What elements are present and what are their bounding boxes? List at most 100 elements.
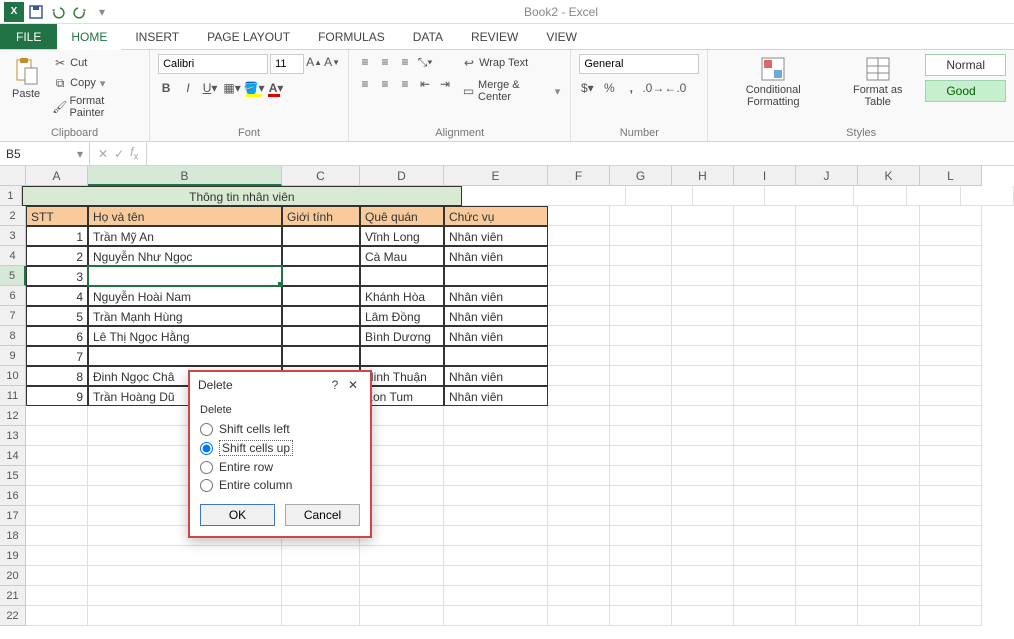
cell[interactable] xyxy=(693,186,765,206)
save-icon[interactable] xyxy=(26,2,46,22)
cell[interactable] xyxy=(920,586,982,606)
cell[interactable]: Bình Dương xyxy=(360,326,444,346)
align-left-icon[interactable]: ≡ xyxy=(357,76,373,92)
indent-increase-icon[interactable]: ⇥ xyxy=(437,76,453,92)
cell[interactable] xyxy=(734,246,796,266)
cell[interactable] xyxy=(26,526,88,546)
currency-icon[interactable]: $▾ xyxy=(579,80,595,96)
cell[interactable] xyxy=(548,426,610,446)
col-header[interactable]: E xyxy=(444,166,548,186)
cell[interactable] xyxy=(920,606,982,626)
cell[interactable] xyxy=(920,426,982,446)
cell[interactable] xyxy=(796,346,858,366)
cell[interactable]: 2 xyxy=(26,246,88,266)
cell[interactable] xyxy=(796,266,858,286)
fill-color-icon[interactable]: 🪣▾ xyxy=(246,80,262,96)
cell[interactable] xyxy=(444,566,548,586)
col-header[interactable]: L xyxy=(920,166,982,186)
cell[interactable] xyxy=(548,586,610,606)
row-header[interactable]: 11 xyxy=(0,386,26,406)
font-size-select[interactable] xyxy=(270,54,304,74)
cell[interactable] xyxy=(796,526,858,546)
cell[interactable] xyxy=(548,466,610,486)
cell[interactable] xyxy=(796,506,858,526)
cancel-formula-icon[interactable]: ✕ xyxy=(98,147,108,161)
cell[interactable] xyxy=(88,606,282,626)
cell[interactable] xyxy=(548,546,610,566)
cell[interactable] xyxy=(734,606,796,626)
cell[interactable] xyxy=(672,286,734,306)
col-header[interactable]: C xyxy=(282,166,360,186)
cell[interactable] xyxy=(672,506,734,526)
cell[interactable] xyxy=(672,586,734,606)
cell[interactable] xyxy=(610,226,672,246)
cell[interactable] xyxy=(672,446,734,466)
cell[interactable] xyxy=(610,406,672,426)
cell[interactable] xyxy=(282,566,360,586)
tab-formulas[interactable]: FORMULAS xyxy=(304,24,399,49)
cell[interactable] xyxy=(796,566,858,586)
cell[interactable] xyxy=(920,406,982,426)
cell[interactable] xyxy=(672,466,734,486)
cell[interactable] xyxy=(858,586,920,606)
cell[interactable] xyxy=(282,326,360,346)
help-icon[interactable]: ? xyxy=(326,378,344,392)
cell[interactable] xyxy=(907,186,960,206)
increase-decimal-icon[interactable]: .0→ xyxy=(645,80,661,96)
cell[interactable] xyxy=(26,606,88,626)
cell[interactable]: 4 xyxy=(26,286,88,306)
col-header[interactable]: B xyxy=(88,166,282,186)
cell[interactable]: Quê quán xyxy=(360,206,444,226)
cell[interactable] xyxy=(360,546,444,566)
cell[interactable] xyxy=(548,286,610,306)
row-header[interactable]: 14 xyxy=(0,446,26,466)
border-icon[interactable]: ▦▾ xyxy=(224,80,240,96)
cell[interactable] xyxy=(734,426,796,446)
percent-icon[interactable]: % xyxy=(601,80,617,96)
cell[interactable] xyxy=(610,506,672,526)
cell[interactable] xyxy=(920,266,982,286)
cell[interactable] xyxy=(920,346,982,366)
cell[interactable] xyxy=(444,446,548,466)
cell[interactable] xyxy=(920,386,982,406)
row-header[interactable]: 19 xyxy=(0,546,26,566)
cell[interactable]: Nhân viên xyxy=(444,326,548,346)
row-header[interactable]: 13 xyxy=(0,426,26,446)
italic-icon[interactable]: I xyxy=(180,80,196,96)
align-middle-icon[interactable]: ≡ xyxy=(377,54,393,70)
cell[interactable] xyxy=(858,366,920,386)
cell[interactable] xyxy=(858,426,920,446)
row-header[interactable]: 3 xyxy=(0,226,26,246)
cell[interactable] xyxy=(88,346,282,366)
cell[interactable] xyxy=(548,526,610,546)
cell[interactable] xyxy=(672,266,734,286)
paste-button[interactable]: Paste xyxy=(8,54,44,102)
cell[interactable] xyxy=(920,246,982,266)
cell[interactable] xyxy=(26,446,88,466)
row-header[interactable]: 7 xyxy=(0,306,26,326)
cell[interactable]: 8 xyxy=(26,366,88,386)
row-header[interactable]: 17 xyxy=(0,506,26,526)
bold-icon[interactable]: B xyxy=(158,80,174,96)
style-good[interactable]: Good xyxy=(925,80,1006,102)
cell[interactable] xyxy=(610,546,672,566)
name-box[interactable]: B5▾ xyxy=(0,142,90,165)
cell[interactable] xyxy=(858,266,920,286)
align-right-icon[interactable]: ≡ xyxy=(397,76,413,92)
cell[interactable]: Nguyễn Hoài Nam xyxy=(88,286,282,306)
comma-icon[interactable]: , xyxy=(623,80,639,96)
cell[interactable] xyxy=(920,506,982,526)
cell[interactable] xyxy=(734,526,796,546)
cell[interactable] xyxy=(26,506,88,526)
cell[interactable] xyxy=(672,546,734,566)
grow-font-icon[interactable]: A▲ xyxy=(306,54,322,70)
cell[interactable] xyxy=(734,286,796,306)
row-header[interactable]: 22 xyxy=(0,606,26,626)
select-all-corner[interactable] xyxy=(0,166,26,186)
tab-view[interactable]: VIEW xyxy=(532,24,591,49)
cell[interactable] xyxy=(796,246,858,266)
undo-icon[interactable] xyxy=(48,2,68,22)
cell[interactable] xyxy=(796,286,858,306)
cell[interactable]: Lê Thị Ngọc Hằng xyxy=(88,326,282,346)
cell[interactable] xyxy=(26,406,88,426)
